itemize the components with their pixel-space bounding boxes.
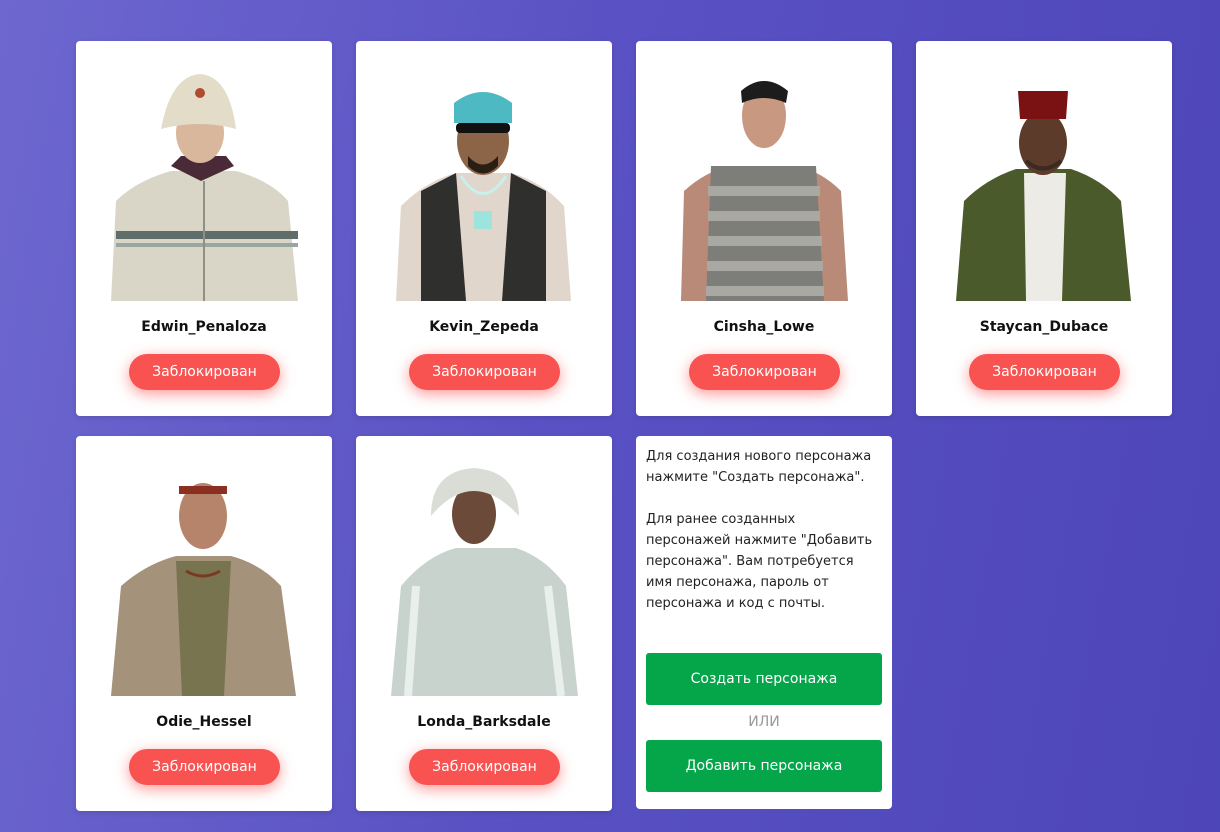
- blocked-button[interactable]: Заблокирован: [129, 354, 280, 390]
- character-name: Odie_Hessel: [156, 714, 252, 730]
- character-name: Staycan_Dubace: [979, 319, 1109, 335]
- character-card[interactable]: Edwin_Penaloza Заблокирован: [76, 41, 332, 416]
- character-avatar: [76, 436, 332, 698]
- character-name: Kevin_Zepeda: [429, 319, 539, 335]
- info-text: Для создания нового персонажа нажмите "С…: [646, 449, 873, 611]
- info-card: Для создания нового персонажа нажмите "С…: [636, 436, 892, 809]
- create-character-button[interactable]: Создать персонажа: [646, 653, 882, 705]
- add-character-button[interactable]: Добавить персонажа: [646, 740, 882, 792]
- character-avatar: [356, 41, 612, 303]
- character-avatar: [916, 41, 1172, 303]
- blocked-button[interactable]: Заблокирован: [129, 749, 280, 785]
- blocked-button[interactable]: Заблокирован: [409, 354, 560, 390]
- character-name: Londa_Barksdale: [417, 714, 551, 730]
- blocked-button[interactable]: Заблокирован: [689, 354, 840, 390]
- character-card[interactable]: Odie_Hessel Заблокирован: [76, 436, 332, 811]
- character-card[interactable]: Cinsha_Lowe Заблокирован: [636, 41, 892, 416]
- character-name: Edwin_Penaloza: [141, 319, 267, 335]
- blocked-button[interactable]: Заблокирован: [969, 354, 1120, 390]
- blocked-button[interactable]: Заблокирован: [409, 749, 560, 785]
- character-avatar: [356, 436, 612, 698]
- character-avatar: [636, 41, 892, 303]
- character-avatar: [76, 41, 332, 303]
- character-card[interactable]: Kevin_Zepeda Заблокирован: [356, 41, 612, 416]
- or-separator: ИЛИ: [748, 714, 780, 730]
- character-card[interactable]: Staycan_Dubace Заблокирован: [916, 41, 1172, 416]
- character-name: Cinsha_Lowe: [713, 319, 815, 335]
- character-card[interactable]: Londa_Barksdale Заблокирован: [356, 436, 612, 811]
